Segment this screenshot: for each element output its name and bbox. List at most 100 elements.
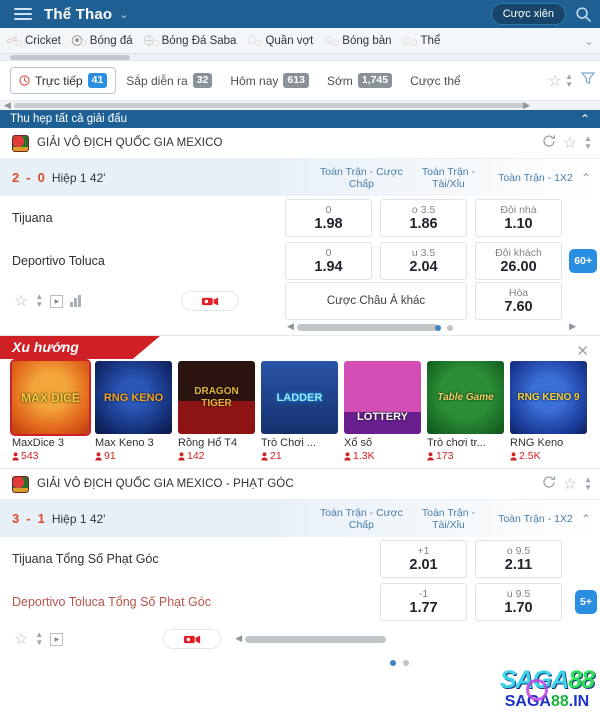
market-header-overunder[interactable]: Toàn Trận - Tài/Xỉu — [405, 507, 492, 531]
sport-nav-scrollbar[interactable] — [0, 54, 600, 61]
funnel-icon[interactable] — [576, 70, 596, 91]
refresh-icon[interactable] — [542, 475, 556, 494]
play-box-icon[interactable] — [50, 632, 64, 646]
odds-handicap: +1 — [417, 544, 430, 557]
market-headers: Toàn Trận - Cược Chấp Toàn Trận - Tài/Xỉ… — [318, 500, 600, 537]
tab-upcoming[interactable]: Sắp diễn ra 32 — [118, 68, 220, 93]
match-pagination[interactable] — [390, 655, 578, 670]
spinner-arrows-icon[interactable]: ▲ ▼ — [565, 72, 573, 89]
scrollbar-thumb[interactable] — [10, 55, 130, 60]
sport-category-nav[interactable]: Cricket Bóng đá Bóng Đá Saba Quần vợt Bó… — [0, 28, 600, 54]
score-home: 3 — [12, 511, 20, 526]
live-video-icon[interactable] — [180, 291, 239, 311]
odds-cell-handicap-away[interactable]: -1 1.77 — [380, 582, 467, 621]
score-separator: - — [26, 511, 31, 526]
scrollbar-thumb[interactable] — [14, 103, 528, 108]
star-outline-icon[interactable]: ☆ — [14, 291, 28, 311]
star-outline-icon[interactable]: ☆ — [548, 71, 562, 91]
market-header-handicap[interactable]: Toàn Trận - Cược Chấp — [318, 507, 405, 531]
odds-cell-1x2-home[interactable]: Đội nhà 1.10 — [475, 198, 562, 237]
spinner-arrows-icon[interactable]: ▲ ▼ — [35, 293, 43, 309]
pagination-dot-active[interactable] — [390, 660, 396, 666]
match-footer: ☆ ▲▼ Cược Châu Á khác Hòa 7.60 — [0, 282, 600, 320]
refresh-icon[interactable] — [542, 134, 556, 153]
odds-cell-handicap-away[interactable]: 0 1.94 — [285, 241, 372, 280]
pagination-dot[interactable] — [447, 325, 453, 331]
trending-games-section: Xu hướng ✕ MAX DICE MaxDice 3 543 RNG KE… — [0, 335, 600, 469]
odds-cell-handicap-home[interactable]: 0 1.98 — [285, 198, 372, 237]
match-row-home: Tijuana Tổng Số Phạt Góc +1 2.01 o 9.5 2… — [0, 537, 600, 580]
sport-label: Bóng Đá Saba — [161, 34, 237, 47]
hamburger-menu-icon[interactable] — [14, 8, 32, 20]
market-header-overunder[interactable]: Toàn Trận - Tài/Xỉu — [405, 166, 492, 190]
scroll-left-arrow[interactable]: ◀ — [235, 633, 242, 644]
scroll-right-arrow[interactable]: ▶ — [569, 321, 576, 332]
stats-bars-icon[interactable] — [70, 295, 81, 307]
watermark-logo-a: SAGA — [499, 666, 569, 694]
odds-cell-over[interactable]: o 3.5 1.86 — [380, 198, 467, 237]
game-tile-dragon-tiger[interactable]: DRAGON TIGER Rồng Hổ T4 142 — [178, 361, 255, 462]
more-markets-badge[interactable]: 60+ — [569, 248, 597, 273]
game-tile-ladder[interactable]: LADDER Trò Chơi ... 21 — [261, 361, 338, 462]
odds-cell-over[interactable]: o 9.5 2.11 — [475, 539, 562, 578]
sport-item-tennis[interactable]: Quần vợt — [246, 33, 313, 48]
chevron-up-icon[interactable]: ⌃ — [580, 112, 590, 126]
chevron-down-icon[interactable]: ⌄ — [579, 33, 594, 48]
market-header-1x2[interactable]: Toàn Trận - 1X2 — [492, 172, 579, 184]
chevron-down-icon[interactable]: ⌄ — [119, 8, 128, 21]
sport-item-cricket[interactable]: Cricket — [6, 33, 61, 48]
odds-cell-under[interactable]: u 9.5 1.70 — [475, 582, 562, 621]
play-box-icon[interactable] — [50, 294, 64, 308]
game-tile-table-game[interactable]: Table Game Trò chơi tr... 173 — [427, 361, 504, 462]
chevron-up-icon[interactable]: ⌃ — [579, 512, 596, 526]
sport-item-table-tennis[interactable]: Bóng bàn — [323, 33, 392, 48]
match-card-scrollbar[interactable]: ◀ — [233, 632, 503, 647]
tab-today[interactable]: Hôm nay 613 — [222, 68, 317, 93]
live-video-icon[interactable] — [163, 629, 222, 649]
parlay-button[interactable]: Cược xiên — [490, 3, 566, 25]
market-header-handicap[interactable]: Toàn Trận - Cược Chấp — [318, 166, 405, 190]
game-tile-maxdice3[interactable]: MAX DICE MaxDice 3 543 — [10, 359, 91, 462]
odds-cell-handicap-home[interactable]: +1 2.01 — [380, 539, 467, 578]
live-clock-icon — [19, 75, 30, 86]
pagination-dot[interactable] — [403, 660, 409, 666]
other-asian-bets-button[interactable]: Cược Châu Á khác — [285, 282, 467, 320]
pagination-dot-active[interactable] — [435, 325, 441, 331]
game-tile-maxkeno3[interactable]: RNG KENO Max Keno 3 91 — [95, 361, 172, 462]
market-header-1x2[interactable]: Toàn Trận - 1X2 — [492, 513, 579, 525]
scroll-left-arrow[interactable]: ◀ — [4, 100, 11, 111]
search-icon[interactable] — [575, 6, 592, 23]
game-tile-rng-keno[interactable]: RNG KENO 9 RNG Keno 2.5K — [510, 361, 587, 462]
game-art-text: DRAGON TIGER — [194, 385, 239, 409]
match-card-scrollbar[interactable]: ◀ ▶ — [285, 320, 578, 335]
star-outline-icon[interactable]: ☆ — [563, 474, 577, 494]
watermark-logo-b: 88 — [568, 666, 595, 694]
score-away: 1 — [37, 511, 45, 526]
scroll-left-arrow[interactable]: ◀ — [287, 321, 294, 332]
tab-label: Hôm nay — [230, 73, 279, 88]
sport-item-saba-football[interactable]: Bóng Đá Saba — [143, 33, 237, 48]
game-tile-lottery[interactable]: LOTTERY Xổ số 1.3K — [344, 361, 421, 462]
spinner-arrows-icon[interactable]: ▲ ▼ — [584, 476, 592, 492]
tab-early[interactable]: Sớm 1,745 — [319, 68, 400, 93]
sport-item-football[interactable]: Bóng đá — [71, 33, 133, 48]
close-icon[interactable]: ✕ — [576, 344, 589, 359]
spinner-arrows-icon[interactable]: ▲ ▼ — [584, 135, 592, 151]
star-outline-icon[interactable]: ☆ — [563, 133, 577, 153]
more-markets-badge[interactable]: 5+ — [575, 589, 597, 614]
player-count-value: 543 — [21, 450, 39, 462]
scrollbar-thumb[interactable] — [245, 635, 387, 643]
odds-cell-under[interactable]: u 3.5 2.04 — [380, 241, 467, 280]
odds-cell-draw[interactable]: Hòa 7.60 — [475, 282, 562, 320]
tab-outright[interactable]: Cược thể — [402, 69, 464, 93]
filter-scrollbar[interactable]: ◀ ▶ — [0, 100, 600, 111]
collapse-all-leagues-bar[interactable]: Thu hẹp tất cả giải đấu ⌃ — [0, 110, 600, 128]
scrollbar-thumb[interactable] — [297, 324, 438, 331]
odds-cell-1x2-away[interactable]: Đội khách 26.00 — [475, 241, 562, 280]
tab-live[interactable]: Trực tiếp 41 — [10, 67, 117, 94]
sport-item-esports[interactable]: Thể — [402, 33, 440, 48]
star-outline-icon[interactable]: ☆ — [14, 629, 28, 649]
scroll-right-arrow[interactable]: ▶ — [523, 100, 530, 111]
spinner-arrows-icon[interactable]: ▲ ▼ — [35, 631, 43, 647]
chevron-up-icon[interactable]: ⌃ — [579, 171, 596, 185]
